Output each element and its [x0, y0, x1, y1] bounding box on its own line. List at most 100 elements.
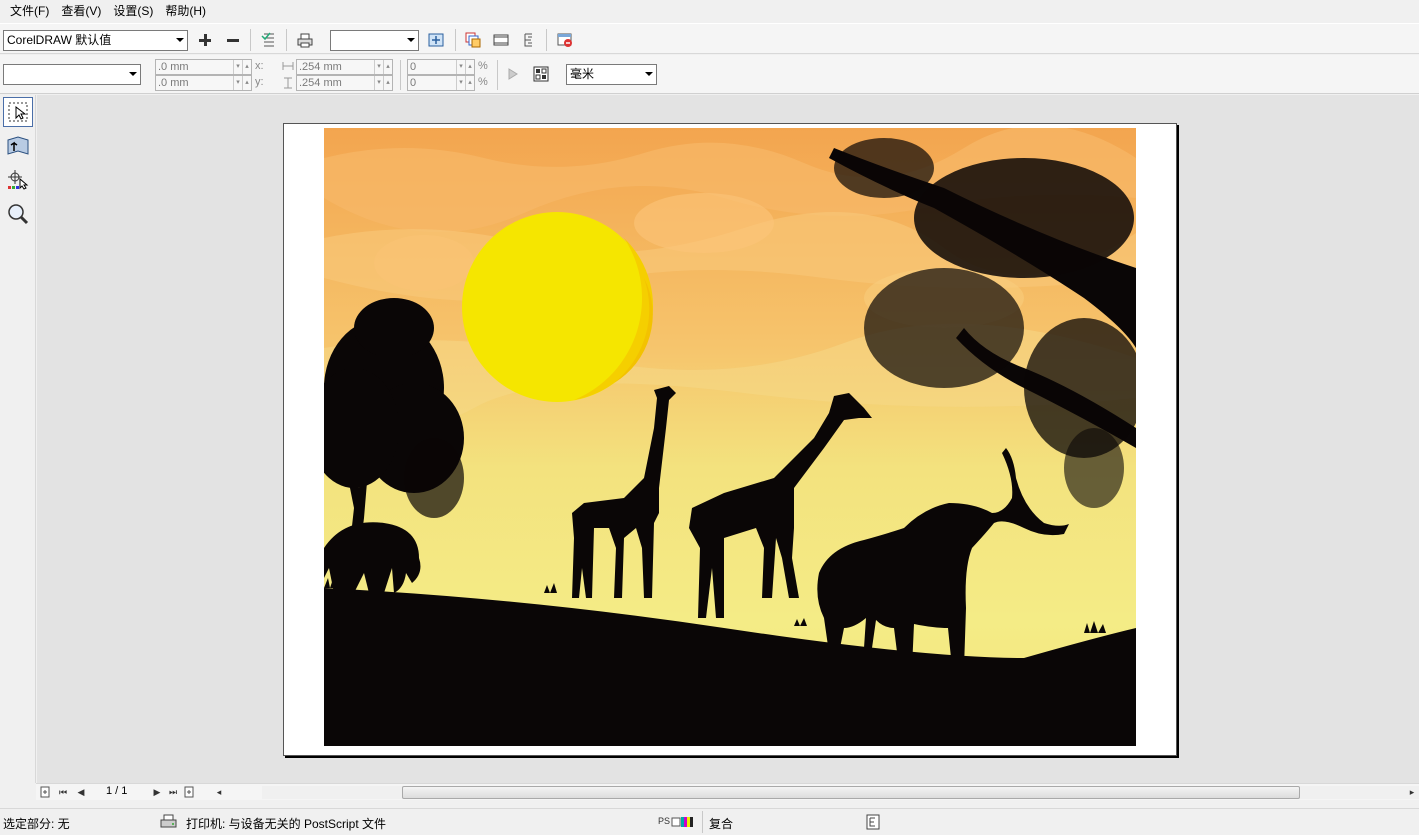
toolbar-separator — [546, 29, 547, 51]
previous-page-button[interactable]: ◀ — [74, 785, 88, 799]
style-select[interactable] — [3, 64, 141, 85]
pick-tool[interactable] — [3, 97, 33, 127]
film-icon — [493, 34, 509, 46]
scale-x-value: 0 — [410, 61, 417, 73]
spin-down-icon[interactable]: ▾ — [233, 60, 242, 74]
menu-view[interactable]: 查看(V) — [55, 0, 107, 22]
spin-down-icon[interactable]: ▾ — [233, 76, 242, 90]
width-input[interactable]: .254 mm ▾ ▴ — [296, 59, 393, 75]
full-screen-preview-button[interactable] — [425, 29, 447, 51]
scroll-right-button[interactable]: ▸ — [1405, 785, 1419, 799]
horizontal-scroll-thumb[interactable] — [402, 786, 1300, 799]
last-page-icon: ⏭ — [168, 786, 178, 797]
position-x-input[interactable]: .0 mm ▾ ▴ — [155, 59, 252, 75]
spin-up-icon[interactable]: ▴ — [465, 60, 474, 74]
page-navigation-bar: ⏮ ◀ 1 / 1 ▶ ⏭ ◂ ▸ — [36, 783, 1419, 800]
position-x-value: .0 mm — [158, 61, 189, 73]
first-page-button[interactable]: ⏮ — [56, 785, 70, 799]
add-preset-button[interactable] — [194, 29, 216, 51]
position-y-input[interactable]: .0 mm ▾ ▴ — [155, 75, 252, 91]
minus-icon — [227, 39, 239, 42]
zoom-select[interactable] — [330, 30, 419, 51]
units-select[interactable]: 毫米 — [566, 64, 657, 85]
zoom-tool[interactable] — [3, 199, 33, 229]
menu-settings[interactable]: 设置(S) — [107, 0, 159, 22]
printer-status-icon — [160, 814, 177, 828]
print-button[interactable] — [294, 29, 316, 51]
toolbox — [0, 95, 36, 783]
page-layout-icon — [533, 66, 549, 82]
scale-x-input[interactable]: 0 ▾ ▴ — [407, 59, 475, 75]
chevron-down-icon — [407, 38, 415, 42]
pick-tool-icon — [8, 102, 28, 122]
status-separator — [702, 811, 703, 833]
horizontal-scrollbar[interactable] — [262, 786, 1419, 799]
spin-down-icon[interactable]: ▾ — [374, 60, 383, 74]
chevron-down-icon — [645, 72, 653, 76]
chevron-down-icon — [176, 38, 184, 42]
page-indicator: 1 / 1 — [106, 785, 128, 797]
invert-button[interactable] — [490, 29, 512, 51]
toolbar-separator — [455, 29, 456, 51]
insert-page-before-button[interactable] — [38, 785, 52, 799]
spin-down-icon[interactable]: ▾ — [456, 76, 465, 90]
y-label: y: — [255, 76, 264, 88]
artwork-image — [324, 128, 1136, 746]
remove-preset-button[interactable] — [222, 29, 244, 51]
menu-file[interactable]: 文件(F) — [4, 0, 55, 22]
print-options-button[interactable] — [258, 29, 280, 51]
scale-y-input[interactable]: 0 ▾ ▴ — [407, 75, 475, 91]
marks-placement-icon — [8, 170, 29, 190]
mirror-icon — [524, 33, 532, 47]
units-value: 毫米 — [570, 67, 595, 81]
magnifier-icon — [8, 204, 29, 225]
play-arrow-icon — [508, 68, 518, 80]
toolbar-separator — [286, 29, 287, 51]
plus-icon — [199, 34, 211, 46]
print-preset-select[interactable]: CorelDRAW 默认值 — [3, 30, 188, 51]
composite-mode-status: 复合 — [709, 817, 734, 831]
mirror-button[interactable] — [518, 29, 540, 51]
print-page — [283, 123, 1177, 756]
x-label: x: — [255, 60, 264, 72]
height-icon — [284, 77, 292, 89]
height-input[interactable]: .254 mm ▾ ▴ — [296, 75, 393, 91]
next-page-button[interactable]: ▶ — [150, 785, 164, 799]
color-separations-icon — [465, 32, 481, 48]
spin-up-icon[interactable]: ▴ — [242, 76, 251, 90]
previous-page-icon: ◀ — [77, 786, 85, 797]
printer-icon — [297, 33, 313, 48]
scroll-right-icon: ▸ — [1409, 786, 1415, 797]
spin-up-icon[interactable]: ▴ — [383, 76, 392, 90]
height-value: .254 mm — [299, 77, 342, 89]
percent-label-2: % — [478, 76, 488, 88]
spin-down-icon[interactable]: ▾ — [456, 60, 465, 74]
close-preview-button[interactable] — [554, 29, 576, 51]
postscript-colors-icon: PS — [658, 816, 693, 827]
spin-up-icon[interactable]: ▴ — [242, 60, 251, 74]
spin-up-icon[interactable]: ▴ — [383, 60, 392, 74]
scroll-left-icon: ◂ — [216, 786, 222, 797]
next-page-icon: ▶ — [153, 786, 161, 797]
first-page-icon: ⏮ — [58, 786, 68, 797]
apply-button[interactable] — [502, 63, 524, 85]
imposition-layout-tool[interactable] — [3, 131, 33, 161]
insert-page-after-button[interactable] — [182, 785, 196, 799]
last-page-button[interactable]: ⏭ — [166, 785, 180, 799]
spin-down-icon[interactable]: ▾ — [374, 76, 383, 90]
print-options-icon — [261, 32, 274, 47]
preview-canvas[interactable] — [37, 95, 1419, 783]
spin-up-icon[interactable]: ▴ — [465, 76, 474, 90]
scale-y-value: 0 — [410, 77, 417, 89]
marks-placement-tool[interactable] — [3, 165, 33, 195]
separations-button[interactable] — [462, 29, 484, 51]
template-button[interactable] — [530, 63, 552, 85]
toolbar-separator — [497, 60, 498, 90]
position-y-value: .0 mm — [158, 77, 189, 89]
percent-label-1: % — [478, 60, 488, 72]
menu-help[interactable]: 帮助(H) — [159, 0, 212, 22]
property-bar: .0 mm ▾ ▴ .0 mm ▾ ▴ x: y: .254 mm ▾ ▴ .2… — [0, 55, 1419, 94]
svg-text:PS: PS — [658, 816, 670, 826]
scroll-left-button[interactable]: ◂ — [212, 785, 226, 799]
print-preset-value: CorelDRAW 默认值 — [7, 33, 112, 47]
